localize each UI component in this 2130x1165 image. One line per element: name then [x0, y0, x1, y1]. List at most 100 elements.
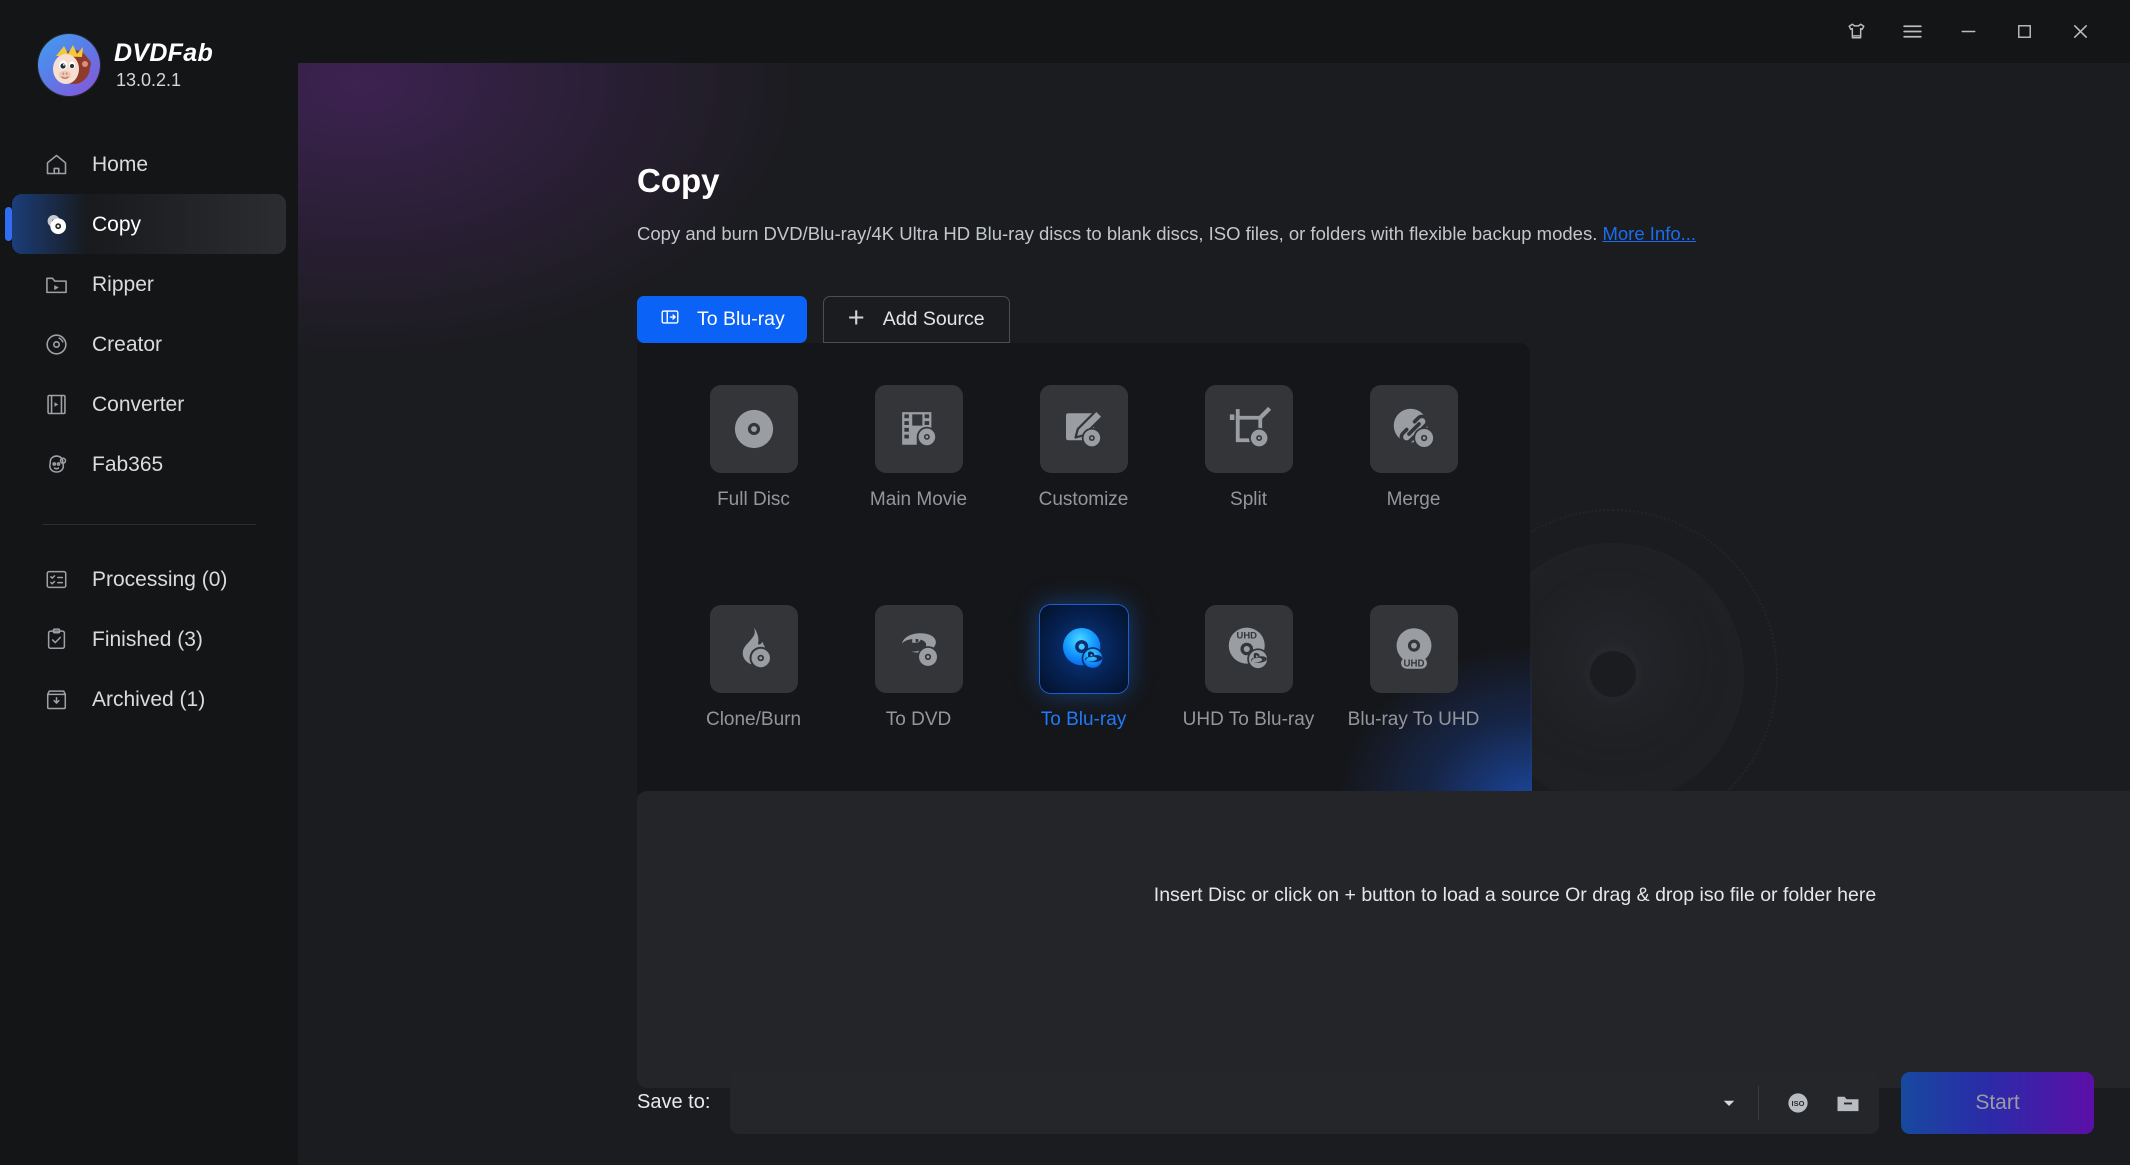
menu-hamburger-icon[interactable]: [1884, 10, 1940, 54]
sidebar-item-label: Finished (3): [92, 629, 203, 650]
mode-clone-burn[interactable]: Clone/Burn: [671, 605, 836, 801]
sidebar-item-archived[interactable]: Archived (1): [12, 669, 286, 729]
iso-icon[interactable]: ISO: [1773, 1080, 1823, 1126]
customize-icon: [1040, 385, 1128, 473]
mode-label: Main Movie: [870, 490, 967, 509]
mode-label: Full Disc: [717, 490, 790, 509]
sidebar-item-home[interactable]: Home: [12, 134, 286, 194]
mode-label: To Blu-ray: [1041, 710, 1127, 729]
save-to-field[interactable]: ISO: [730, 1072, 1879, 1134]
mode-label: UHD To Blu-ray: [1183, 710, 1315, 729]
svg-text:ISO: ISO: [1792, 1098, 1805, 1107]
add-source-label: Add Source: [883, 308, 985, 331]
tab-output-label: To Blu-ray: [697, 308, 785, 331]
save-to-label: Save to:: [637, 1091, 710, 1114]
brand-name: DVDFab: [114, 41, 213, 66]
sidebar-item-label: Creator: [92, 334, 162, 355]
svg-text:UHD: UHD: [1403, 658, 1424, 669]
sidebar-item-fab365[interactable]: Fab365: [12, 434, 286, 494]
mode-to-dvd[interactable]: To DVD: [836, 605, 1001, 801]
monkey-face-logo: [38, 34, 100, 96]
sidebar-item-finished[interactable]: Finished (3): [12, 609, 286, 669]
archived-box-icon: [42, 685, 70, 713]
clone-burn-icon: [710, 605, 798, 693]
brand-version: 13.0.2.1: [114, 71, 213, 89]
converter-film-icon: [42, 390, 70, 418]
to-bluray-icon: [1040, 605, 1128, 693]
mode-label: To DVD: [886, 710, 951, 729]
sidebar-item-processing[interactable]: Processing (0): [12, 549, 286, 609]
mode-uhd-to-bluray[interactable]: UHD UHD To Blu-ray: [1166, 605, 1331, 801]
main-movie-icon: [875, 385, 963, 473]
mode-bluray-to-uhd[interactable]: UHD Blu-ray To UHD: [1331, 605, 1496, 801]
tab-row: To Blu-ray + Add Source: [637, 296, 1010, 343]
theme-shirt-icon[interactable]: [1828, 10, 1884, 54]
mode-label: Clone/Burn: [706, 710, 801, 729]
split-icon: [1205, 385, 1293, 473]
start-button[interactable]: Start: [1901, 1072, 2094, 1134]
uhd-to-bluray-icon: UHD: [1205, 605, 1293, 693]
sidebar-item-label: Fab365: [92, 454, 163, 475]
sidebar-divider: [42, 524, 256, 525]
save-to-input[interactable]: [752, 1092, 1706, 1113]
main-area: Copy Copy and burn DVD/Blu-ray/4K Ultra …: [298, 0, 2130, 1165]
folder-icon[interactable]: [1823, 1080, 1873, 1126]
mode-label: Blu-ray To UHD: [1348, 710, 1480, 729]
chevron-down-icon[interactable]: [1706, 1080, 1752, 1126]
mode-full-disc[interactable]: Full Disc: [671, 385, 836, 581]
sidebar-item-converter[interactable]: Converter: [12, 374, 286, 434]
sidebar-item-label: Archived (1): [92, 689, 205, 710]
finished-clipboard-icon: [42, 625, 70, 653]
tab-output-format[interactable]: To Blu-ray: [637, 296, 807, 343]
mode-split[interactable]: Split: [1166, 385, 1331, 581]
brand: DVDFab 13.0.2.1: [0, 26, 298, 96]
add-source-button[interactable]: + Add Source: [823, 296, 1010, 343]
field-divider: [1758, 1086, 1759, 1120]
titlebar: [298, 0, 2130, 63]
mode-merge[interactable]: Merge: [1331, 385, 1496, 581]
sidebar-item-label: Ripper: [92, 274, 154, 295]
sidebar-primary-nav: Home Copy: [0, 134, 298, 494]
mode-label: Split: [1230, 490, 1267, 509]
bluray-to-uhd-icon: UHD: [1370, 605, 1458, 693]
plus-icon: +: [848, 304, 865, 333]
sidebar-secondary-nav: Processing (0) Finished (3): [0, 549, 298, 729]
sidebar-item-ripper[interactable]: Ripper: [12, 254, 286, 314]
copy-mode-panel: Full Disc: [637, 343, 1530, 801]
page-description: Copy and burn DVD/Blu-ray/4K Ultra HD Bl…: [637, 225, 1696, 244]
close-icon[interactable]: [2052, 10, 2108, 54]
page-description-text: Copy and burn DVD/Blu-ray/4K Ultra HD Bl…: [637, 223, 1597, 244]
sidebar-item-label: Home: [92, 154, 148, 175]
mode-main-movie[interactable]: Main Movie: [836, 385, 1001, 581]
sidebar-item-copy[interactable]: Copy: [12, 194, 286, 254]
minimize-icon[interactable]: [1940, 10, 1996, 54]
bottom-bar: Save to: ISO: [298, 1040, 2130, 1165]
sidebar: DVDFab 13.0.2.1 Home: [0, 0, 298, 1165]
mode-label: Merge: [1387, 490, 1441, 509]
output-target-icon: [659, 306, 681, 334]
home-icon: [42, 150, 70, 178]
more-info-link[interactable]: More Info...: [1602, 223, 1696, 244]
merge-icon: [1370, 385, 1458, 473]
maximize-icon[interactable]: [1996, 10, 2052, 54]
copy-mode-grid: Full Disc: [637, 343, 1530, 801]
copy-disc-icon: [42, 210, 70, 238]
sidebar-item-label: Converter: [92, 394, 184, 415]
page-title: Copy: [637, 164, 720, 197]
mode-customize[interactable]: Customize: [1001, 385, 1166, 581]
mode-to-bluray[interactable]: To Blu-ray: [1001, 605, 1166, 801]
to-dvd-icon: [875, 605, 963, 693]
dvdfab-window: DVDFab 13.0.2.1 Home: [0, 0, 2130, 1165]
content-area: Copy Copy and burn DVD/Blu-ray/4K Ultra …: [298, 63, 2130, 1165]
sidebar-item-label: Copy: [92, 214, 141, 235]
svg-text:UHD: UHD: [1236, 630, 1257, 641]
start-button-label: Start: [1975, 1091, 2019, 1115]
sidebar-item-creator[interactable]: Creator: [12, 314, 286, 374]
fab365-monkey-icon: [42, 450, 70, 478]
mode-label: Customize: [1039, 490, 1129, 509]
processing-list-icon: [42, 565, 70, 593]
creator-disc-icon: [42, 330, 70, 358]
full-disc-icon: [710, 385, 798, 473]
sidebar-item-label: Processing (0): [92, 569, 227, 590]
dropzone-text: Insert Disc or click on + button to load…: [1154, 884, 1876, 907]
